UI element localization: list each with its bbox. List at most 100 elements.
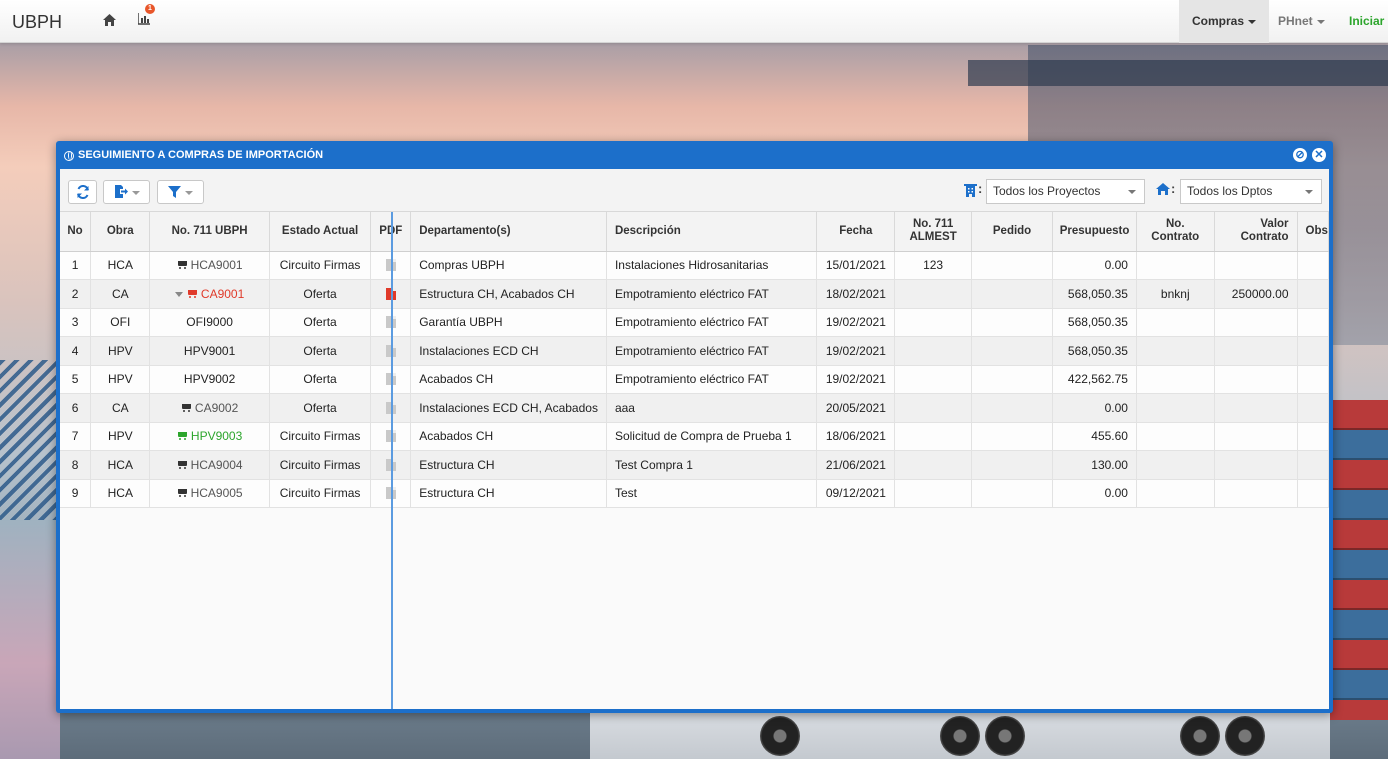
col-header-contrato[interactable]: No. Contrato <box>1136 212 1215 252</box>
chevron-down-icon <box>1128 190 1136 194</box>
window-title: SEGUIMIENTO A COMPRAS DE IMPORTACIÓN <box>78 149 324 161</box>
table-row[interactable]: 9 HCA HCA9005 Circuito Firmas Estructura CH T… <box>60 479 1329 508</box>
table-row[interactable]: 7 HPV HPV9003 Circuito Firmas Acabados CH Sol… <box>60 422 1329 451</box>
cell-no711[interactable]: HCA9001 <box>149 251 270 280</box>
cell-pedido <box>971 308 1054 337</box>
cell-no711-code[interactable]: CA9001 <box>201 287 244 301</box>
col-header-estado[interactable]: Estado Actual <box>269 212 372 252</box>
cell-departamento: Instalaciones ECD CH <box>410 336 607 366</box>
table-body: 1 HCA HCA9001 Circuito Firmas Compras UBPH In… <box>60 251 1329 508</box>
cell-presupuesto: 455.60 <box>1052 422 1137 451</box>
cell-no711[interactable]: HCA9004 <box>149 450 270 480</box>
table-row[interactable]: 1 HCA HCA9001 Circuito Firmas Compras UBPH In… <box>60 251 1329 280</box>
cell-estado: Oferta <box>269 279 372 309</box>
menu-compras-label: Compras <box>1192 14 1245 28</box>
project-select-value: Todos los Proyectos <box>993 184 1101 198</box>
table-row[interactable]: 2 CA CA9001 Oferta Estructura CH, Acabados C… <box>60 279 1329 309</box>
cart-icon <box>187 289 198 299</box>
cell-no711-code[interactable]: HCA9005 <box>191 486 243 500</box>
cell-fecha: 15/01/2021 <box>816 251 896 280</box>
home-icon <box>1156 183 1170 195</box>
chevron-down-icon <box>1316 19 1325 24</box>
col-header-valor-line2: Contrato <box>1240 231 1289 244</box>
cell-valor <box>1214 336 1298 366</box>
cell-pedido <box>971 365 1054 394</box>
cell-no711-code[interactable]: HCA9004 <box>191 458 243 472</box>
cell-no711-code[interactable]: HPV9002 <box>184 372 235 386</box>
cell-no711[interactable]: HCA9005 <box>149 479 270 508</box>
cell-obra: HPV <box>90 365 151 394</box>
table-row[interactable]: 6 CA CA9002 Oferta Instalaciones ECD CH, Aca… <box>60 393 1329 423</box>
cell-no711-code[interactable]: CA9002 <box>195 401 238 415</box>
cell-obs <box>1297 479 1329 508</box>
cell-valor <box>1214 479 1298 508</box>
menu-phnet-label: PHnet <box>1278 14 1313 28</box>
cell-contrato <box>1136 308 1215 337</box>
home-icon[interactable] <box>103 14 116 26</box>
table-row[interactable]: 8 HCA HCA9004 Circuito Firmas Estructura CH T… <box>60 450 1329 480</box>
col-header-valor[interactable]: Valor Contrato <box>1214 212 1298 252</box>
col-header-descripcion[interactable]: Descripción <box>606 212 818 252</box>
col-header-presupuesto[interactable]: Presupuesto <box>1052 212 1137 252</box>
col-header-no[interactable]: No <box>60 212 92 252</box>
col-header-departamento[interactable]: Departamento(s) <box>410 212 607 252</box>
project-select[interactable]: Todos los Proyectos <box>986 179 1145 204</box>
menu-compras[interactable]: Compras <box>1179 0 1270 43</box>
cell-estado: Circuito Firmas <box>269 422 372 451</box>
chart-icon[interactable] <box>138 13 150 25</box>
cell-almest <box>894 279 972 309</box>
cell-no: 4 <box>60 336 92 366</box>
filter-button[interactable] <box>157 180 204 204</box>
cell-obra: HPV <box>90 422 151 451</box>
cell-no711-code[interactable]: HPV9001 <box>184 344 235 358</box>
cell-contrato <box>1136 422 1215 451</box>
cell-no711[interactable]: HPV9003 <box>149 422 270 451</box>
dept-select[interactable]: Todos los Dptos <box>1180 179 1322 204</box>
col-header-contrato-line2: Contrato <box>1151 231 1200 244</box>
table-row[interactable]: 5 HPV HPV9002 Oferta Acabados CH Empotramient… <box>60 365 1329 394</box>
cell-estado: Circuito Firmas <box>269 479 372 508</box>
cell-no711[interactable]: HPV9002 <box>149 365 270 394</box>
table-row[interactable]: 4 HPV HPV9001 Oferta Instalaciones ECD CH Emp… <box>60 336 1329 366</box>
globe-icon <box>64 151 74 161</box>
cell-estado: Oferta <box>269 365 372 394</box>
brand-logo[interactable]: UBPH <box>12 12 62 33</box>
cell-pedido <box>971 422 1054 451</box>
menu-phnet[interactable]: PHnet <box>1265 0 1338 43</box>
cell-no711[interactable]: HPV9001 <box>149 336 270 366</box>
cell-obra: OFI <box>90 308 151 337</box>
expand-icon[interactable] <box>174 291 183 297</box>
chevron-down-icon <box>131 190 140 195</box>
refresh-button[interactable] <box>68 180 97 204</box>
cell-no: 9 <box>60 479 92 508</box>
col-header-almest[interactable]: No. 711 ALMEST <box>894 212 972 252</box>
cell-no711-code[interactable]: HCA9001 <box>191 258 243 272</box>
cell-almest <box>894 336 972 366</box>
login-link[interactable]: Iniciar S <box>1336 0 1388 43</box>
cell-no711-code[interactable]: HPV9003 <box>191 429 242 443</box>
cell-pedido <box>971 251 1054 280</box>
col-header-obra[interactable]: Obra <box>90 212 151 252</box>
refresh-icon <box>76 184 89 200</box>
col-header-no711[interactable]: No. 711 UBPH <box>149 212 270 252</box>
table-row[interactable]: 3 OFI OFI9000 Oferta Garantía UBPH Empotramie… <box>60 308 1329 337</box>
close-icon[interactable]: ✕ <box>1312 148 1326 162</box>
chevron-down-icon <box>1305 190 1313 194</box>
cell-no711[interactable]: CA9002 <box>149 393 270 423</box>
cell-descripcion: Empotramiento eléctrico FAT <box>606 308 818 337</box>
cell-presupuesto: 422,562.75 <box>1052 365 1137 394</box>
cell-presupuesto: 0.00 <box>1052 251 1137 280</box>
cell-no711[interactable]: OFI9000 <box>149 308 270 337</box>
cell-valor <box>1214 422 1298 451</box>
col-header-obs[interactable]: Obs <box>1297 212 1329 252</box>
col-header-fecha[interactable]: Fecha <box>816 212 896 252</box>
cell-no711-code[interactable]: OFI9000 <box>186 315 233 329</box>
col-header-pedido[interactable]: Pedido <box>971 212 1054 252</box>
cell-descripcion: Empotramiento eléctrico FAT <box>606 279 818 309</box>
cell-no711[interactable]: CA9001 <box>149 279 270 309</box>
export-button[interactable] <box>103 180 150 204</box>
cell-obs <box>1297 308 1329 337</box>
cart-icon <box>177 489 188 498</box>
cell-descripcion: Test Compra 1 <box>606 450 818 480</box>
minimize-icon[interactable]: ⊘ <box>1293 148 1307 162</box>
